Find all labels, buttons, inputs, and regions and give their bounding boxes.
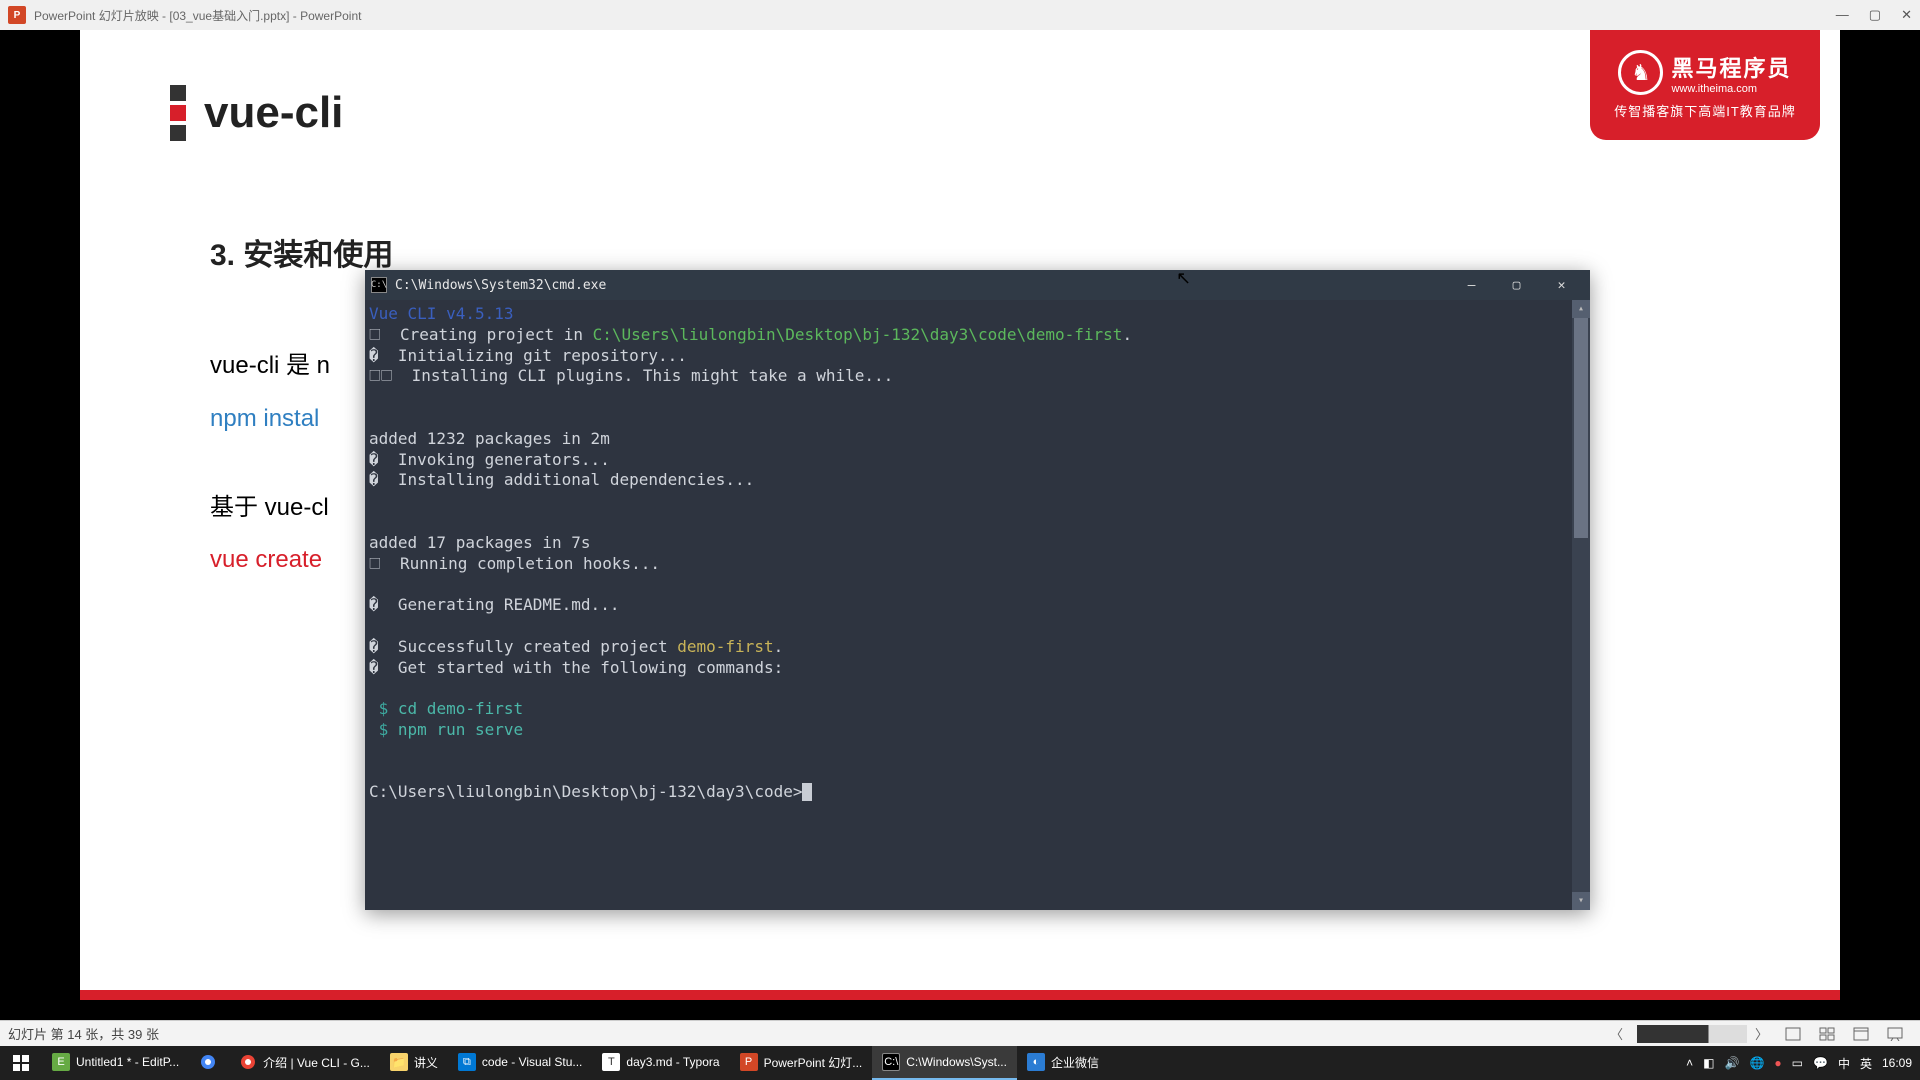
cmd-maximize-button[interactable]: ▢ [1494, 270, 1539, 300]
window-title: PowerPoint 幻灯片放映 - [03_vue基础入门.pptx] - P… [34, 7, 1836, 24]
scroll-thumb[interactable] [1574, 318, 1588, 538]
minimize-button[interactable]: — [1836, 7, 1849, 23]
brand-logo: ♞ 黑马程序员 www.itheima.com 传智播客旗下高端IT教育品牌 [1590, 30, 1820, 140]
taskbar-item-vscode[interactable]: ⧉code - Visual Stu... [448, 1046, 593, 1080]
clock[interactable]: 16:09 [1882, 1056, 1912, 1070]
tray-chevron-icon[interactable]: ˄ [1686, 1056, 1693, 1070]
tray-notification-icon[interactable]: 💬 [1813, 1056, 1828, 1070]
start-button[interactable] [0, 1046, 42, 1080]
horse-icon: ♞ [1618, 50, 1663, 95]
logo-main-text: 黑马程序员 [1671, 51, 1791, 83]
taskbar-item-chrome[interactable] [189, 1046, 229, 1080]
close-button[interactable]: ✕ [1901, 7, 1912, 23]
powerpoint-icon: P [8, 6, 26, 24]
cmd-close-button[interactable]: ✕ [1539, 270, 1584, 300]
slide-title-wrap: vue-cli [170, 85, 343, 141]
reading-view-button[interactable] [1845, 1023, 1877, 1045]
tray-app-icon[interactable]: ◧ [1703, 1056, 1714, 1070]
tray-network-icon[interactable]: 🌐 [1749, 1056, 1764, 1070]
taskbar-item-folder[interactable]: 📁讲义 [380, 1046, 448, 1080]
cmd-titlebar[interactable]: C:\ C:\Windows\System32\cmd.exe — ▢ ✕ [365, 270, 1590, 300]
cmd-cursor [802, 783, 812, 801]
body-line-4: vue create [210, 546, 322, 573]
cmd-minimize-button[interactable]: — [1449, 270, 1494, 300]
powerpoint-titlebar[interactable]: P PowerPoint 幻灯片放映 - [03_vue基础入门.pptx] -… [0, 0, 1920, 30]
logo-subtitle: 传智播客旗下高端IT教育品牌 [1614, 101, 1796, 120]
tray-volume-icon[interactable]: 🔊 [1724, 1056, 1739, 1070]
slide-body: vue-cli 是 n npm instal 基于 vue-cl vue cre… [210, 340, 330, 587]
slide-footer-bar [80, 990, 1840, 1000]
taskbar-item-powerpoint[interactable]: PPowerPoint 幻灯... [730, 1046, 873, 1080]
slide-progress[interactable] [1637, 1025, 1747, 1043]
body-line-3: 基于 vue-cl [210, 494, 329, 521]
sorter-view-button[interactable] [1811, 1023, 1843, 1045]
tray-battery-icon[interactable]: ▭ [1792, 1056, 1803, 1070]
vscode-icon: ⧉ [458, 1053, 476, 1071]
editplus-icon: E [52, 1053, 70, 1071]
slide-heading: 3. 安装和使用 [210, 230, 393, 274]
cmd-window[interactable]: C:\ C:\Windows\System32\cmd.exe — ▢ ✕ Vu… [365, 270, 1590, 910]
ime-indicator-1[interactable]: 中 [1838, 1055, 1850, 1072]
slideshow-view-button[interactable] [1879, 1023, 1911, 1045]
cmd-scrollbar[interactable]: ▴ ▾ [1572, 300, 1590, 910]
prev-slide-button[interactable]: 〈 [1602, 1024, 1631, 1043]
title-decoration-icon [170, 85, 186, 141]
logo-url: www.itheima.com [1671, 83, 1791, 95]
body-line-1: vue-cli 是 n [210, 352, 330, 379]
cmd-icon: C:\ [882, 1053, 900, 1071]
slide-counter: 幻灯片 第 14 张，共 39 张 [8, 1024, 1602, 1043]
body-line-2: npm instal [210, 405, 319, 432]
cmd-title: C:\Windows\System32\cmd.exe [395, 278, 1449, 293]
tray-record-icon[interactable]: ● [1774, 1056, 1781, 1070]
typora-icon: T [602, 1053, 620, 1071]
taskbar-item-vuecli-docs[interactable]: 介绍 | Vue CLI - G... [229, 1046, 380, 1080]
scroll-up-button[interactable]: ▴ [1572, 300, 1590, 318]
taskbar-item-editplus[interactable]: EUntitled1 * - EditP... [42, 1046, 189, 1080]
taskbar-item-cmd[interactable]: C:\C:\Windows\Syst... [872, 1046, 1017, 1080]
system-tray[interactable]: ˄ ◧ 🔊 🌐 ● ▭ 💬 中 英 16:09 [1678, 1046, 1920, 1080]
normal-view-button[interactable] [1777, 1023, 1809, 1045]
taskbar-item-typora[interactable]: Tday3.md - Typora [592, 1046, 729, 1080]
cmd-body[interactable]: Vue CLI v4.5.13 🗆 Creating project in C:… [365, 300, 1590, 910]
scroll-down-button[interactable]: ▾ [1572, 892, 1590, 910]
powerpoint-statusbar: 幻灯片 第 14 张，共 39 张 〈 〉 [0, 1020, 1920, 1046]
maximize-button[interactable]: ▢ [1869, 7, 1881, 23]
folder-icon: 📁 [390, 1053, 408, 1071]
powerpoint-window: P PowerPoint 幻灯片放映 - [03_vue基础入门.pptx] -… [0, 0, 1920, 1080]
slide-title: vue-cli [204, 88, 343, 138]
chrome-icon [199, 1053, 217, 1071]
wework-icon: ◐ [1027, 1053, 1045, 1071]
next-slide-button[interactable]: 〉 [1747, 1024, 1776, 1043]
cmd-output: Vue CLI v4.5.13 🗆 Creating project in C:… [365, 300, 1590, 807]
chrome-icon [239, 1053, 257, 1071]
taskbar-item-wework[interactable]: ◐企业微信 [1017, 1046, 1109, 1080]
cmd-icon: C:\ [371, 277, 387, 293]
taskbar[interactable]: EUntitled1 * - EditP... 介绍 | Vue CLI - G… [0, 1046, 1920, 1080]
powerpoint-icon: P [740, 1053, 758, 1071]
ime-indicator-2[interactable]: 英 [1860, 1055, 1872, 1072]
